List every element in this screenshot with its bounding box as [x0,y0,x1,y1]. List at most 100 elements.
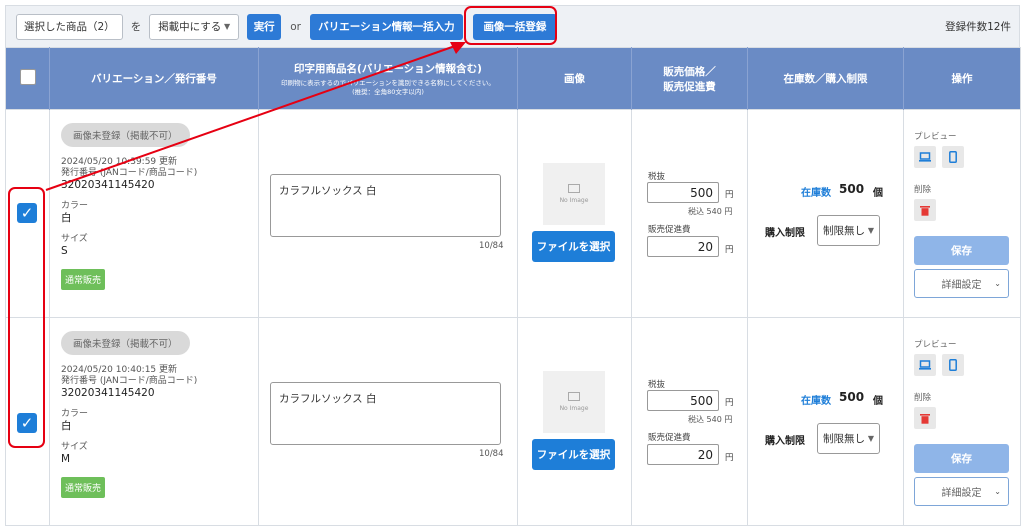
selected-count-box: 選択した商品（2） [16,13,123,40]
status-badge: 画像未登録（掲載不可） [61,331,190,355]
variation-cell: 画像未登録（掲載不可） 2024/05/20 10:40:15 更新 発行番号 … [49,317,259,526]
header-variation: バリエーション／発行番号 [49,47,259,110]
detail-settings-label: 詳細設定 [941,280,982,291]
annotation-highlight-image-button [464,6,557,45]
image-cell: No Image ファイルを選択 [517,317,632,526]
updated-timestamp: 2024/05/20 10:40:15 更新 [61,365,178,375]
header-price: 販売価格／ 販売促進費 [631,47,748,110]
promo-fee-input[interactable]: 20 [647,236,719,257]
color-label: カラー [61,409,89,419]
pc-preview-button[interactable] [914,146,936,168]
tax-excluded-label: 税抜 [648,380,666,390]
stock-unit: 個 [873,188,883,199]
tax-excluded-label: 税抜 [648,172,666,182]
registered-count: 登録件数12件 [945,21,1011,33]
annotation-highlight-checkboxes [8,187,45,448]
price-cell: 税抜 500 円 税込 540 円 販売促進費 20 円 [631,317,748,526]
print-name-textarea[interactable]: カラフルソックス 白 [270,174,501,237]
delete-button[interactable] [914,407,936,429]
color-label: カラー [61,201,89,211]
color-value: 白 [61,212,72,224]
image-placeholder-icon [568,392,580,401]
stock-cell: 在庫数 500 個 購入制限 制限無し ▼ [747,317,904,526]
detail-settings-button[interactable]: 詳細設定 ⌄ [914,477,1009,506]
print-name-textarea[interactable]: カラフルソックス 白 [270,382,501,445]
color-value: 白 [61,420,72,432]
tax-included-price: 税込 540 円 [688,207,733,216]
purchase-limit-select[interactable]: 制限無し ▼ [817,423,880,454]
operations-cell: プレビュー 削除 保存 詳細設定 ⌄ [903,109,1021,318]
mobile-preview-button[interactable] [942,146,964,168]
no-image-placeholder: No Image [543,163,605,225]
status-select-value: 掲載中にする [158,21,222,33]
trash-icon [920,413,930,424]
product-variation-page: 選択した商品（2） を 掲載中にする ▼ 実行 or バリエーション情報一括入力… [0,0,1024,528]
char-counter: 10/84 [479,449,504,459]
promo-fee-label: 販売促進費 [648,433,691,443]
issue-number: 32020341145420 [61,387,155,399]
save-button[interactable]: 保存 [914,236,1009,265]
stock-label: 在庫数 [801,396,831,407]
chevron-down-icon: ▼ [867,226,874,235]
chevron-down-icon: ⌄ [994,487,1001,496]
select-all-checkbox[interactable] [19,69,36,85]
preview-label: プレビュー [914,132,957,142]
price-input[interactable]: 500 [647,390,719,411]
no-image-text: No Image [559,405,589,412]
status-select[interactable]: 掲載中にする ▼ [149,13,240,40]
preview-label: プレビュー [914,340,957,350]
smartphone-icon [949,359,957,371]
sale-type-tag: 通常販売 [61,477,106,498]
header-stock: 在庫数／購入制限 [747,47,904,110]
bulk-variation-input-button[interactable]: バリエーション情報一括入力 [309,13,463,40]
price-input[interactable]: 500 [647,182,719,203]
header-image: 画像 [517,47,632,110]
tax-included-price: 税込 540 円 [688,415,733,424]
no-image-placeholder: No Image [543,371,605,433]
save-button[interactable]: 保存 [914,444,1009,473]
purchase-limit-label: 購入制限 [765,436,805,447]
detail-settings-label: 詳細設定 [941,488,982,499]
header-print-name-title: 印字用商品名(バリエーション情報含む) [294,62,482,75]
delete-label: 削除 [914,393,932,403]
stock-label: 在庫数 [801,188,831,199]
size-label: サイズ [61,442,88,452]
purchase-limit-select[interactable]: 制限無し ▼ [817,215,880,246]
status-badge: 画像未登録（掲載不可） [61,123,190,147]
image-placeholder-icon [568,184,580,193]
operations-cell: プレビュー 削除 保存 詳細設定 ⌄ [903,317,1021,526]
detail-settings-button[interactable]: 詳細設定 ⌄ [914,269,1009,298]
choose-file-button[interactable]: ファイルを選択 [532,439,615,470]
variation-cell: 画像未登録（掲載不可） 2024/05/20 10:39:59 更新 発行番号 … [49,109,259,318]
promo-yen-unit: 円 [725,453,734,463]
chevron-down-icon: ▼ [224,22,231,31]
delete-label: 削除 [914,185,932,195]
price-cell: 税抜 500 円 税込 540 円 販売促進費 20 円 [631,109,748,318]
print-name-cell: カラフルソックス 白 10/84 [258,109,518,318]
pc-preview-button[interactable] [914,354,936,376]
purchase-limit-label: 購入制限 [765,228,805,239]
mobile-preview-button[interactable] [942,354,964,376]
no-image-text: No Image [559,197,589,204]
table-row: ✓ 画像未登録（掲載不可） 2024/05/20 10:40:15 更新 発行番… [5,317,1021,526]
promo-fee-input[interactable]: 20 [647,444,719,465]
stock-value: 500 [839,182,865,196]
stock-value: 500 [839,390,865,404]
or-text: or [290,20,301,33]
smartphone-icon [949,151,957,163]
sale-type-tag: 通常販売 [61,269,106,290]
delete-button[interactable] [914,199,936,221]
size-label: サイズ [61,234,88,244]
promo-fee-label: 販売促進費 [648,225,691,235]
trash-icon [920,205,930,216]
header-print-name-recommend: (推奨：全角80文字以内) [352,87,424,96]
promo-yen-unit: 円 [725,245,734,255]
run-button[interactable]: 実行 [247,13,282,40]
laptop-icon [919,360,931,370]
issue-number-label: 発行番号 (JANコード/商品コード) [61,376,198,386]
print-name-cell: カラフルソックス 白 10/84 [258,317,518,526]
choose-file-button[interactable]: ファイルを選択 [532,231,615,262]
image-cell: No Image ファイルを選択 [517,109,632,318]
char-counter: 10/84 [479,241,504,251]
table-header-row: バリエーション／発行番号 印字用商品名(バリエーション情報含む) 印刷物に表示す… [5,47,1021,110]
